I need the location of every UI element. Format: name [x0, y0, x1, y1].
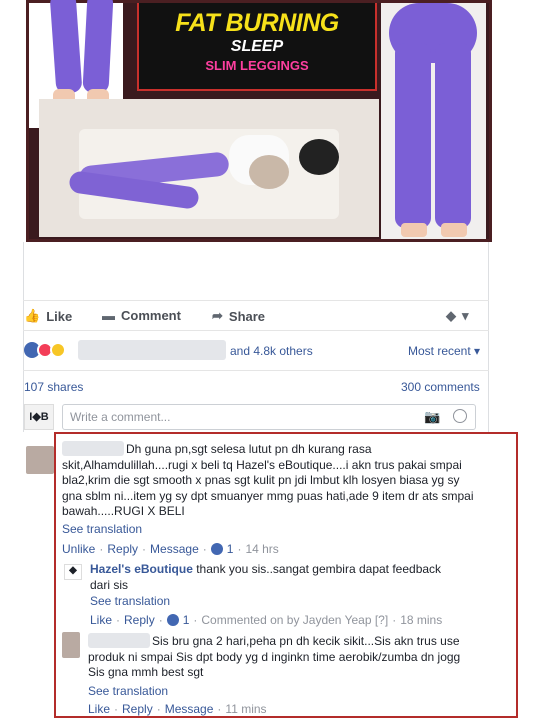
comments-count[interactable]: 300 comments: [401, 380, 480, 394]
reply-author[interactable]: Hazel's eBoutique: [90, 562, 193, 576]
audience-icon: ◆: [446, 308, 456, 323]
reply-link[interactable]: Reply: [107, 542, 138, 556]
chevron-down-icon: ▾: [474, 344, 481, 358]
comment-actions: Like · Reply · Message · 11 mins: [88, 702, 267, 716]
promo-banner: FAT BURNING SLEEP SLIM LEGGINGS: [137, 3, 377, 91]
see-translation-link[interactable]: See translation: [88, 684, 168, 698]
shares-count[interactable]: 107 shares: [24, 380, 83, 394]
wow-reaction-icon: [50, 342, 66, 358]
comment-text: Sis bru gna 2 hari,peha pn dh kecik siki…: [88, 634, 461, 680]
like-count-icon: [166, 614, 179, 626]
reply-comment: Hazel's eBoutique thank you sis..sangat …: [90, 562, 450, 593]
chevron-down-icon: ▾: [462, 308, 469, 323]
comment-actions: Unlike · Reply · Message · 1 · 14 hrs: [62, 542, 279, 556]
comment-placeholder: Write a comment...: [70, 410, 171, 424]
avatar: I◆B: [24, 404, 54, 430]
message-link[interactable]: Message: [165, 702, 214, 716]
thumbs-up-icon: 👍: [24, 308, 41, 323]
comment-label: Comment: [121, 308, 181, 323]
like-label: Like: [46, 308, 73, 324]
reply-link[interactable]: Reply: [124, 613, 155, 627]
like-count[interactable]: 1: [183, 613, 190, 627]
banner-tagline: SLIM LEGGINGS: [205, 58, 309, 73]
unlike-link[interactable]: Unlike: [62, 542, 95, 556]
avatar: [26, 446, 54, 474]
see-translation-link[interactable]: See translation: [90, 594, 170, 608]
comment-time: 14 hrs: [245, 542, 279, 556]
banner-title: FAT BURNING: [175, 9, 339, 37]
commented-on-note: Commented on by Jayden Yeap [?]: [201, 613, 389, 627]
avatar: ◆: [64, 564, 82, 580]
reactors-link[interactable]: and 4.8k others: [230, 344, 313, 358]
like-link[interactable]: Like: [90, 613, 112, 627]
comment-button[interactable]: ▬ Comment: [102, 308, 181, 323]
like-count[interactable]: 1: [227, 542, 234, 556]
share-button[interactable]: ➦ Share: [212, 308, 265, 324]
banner-subtitle: SLEEP: [230, 38, 284, 55]
sort-label: Most recent: [408, 344, 471, 358]
blurred-names: [78, 340, 226, 360]
share-arrow-icon: ➦: [212, 308, 223, 323]
share-label: Share: [228, 308, 266, 324]
reply-link[interactable]: Reply: [122, 702, 153, 716]
emoji-icon[interactable]: [453, 409, 467, 423]
sort-dropdown[interactable]: Most recent ▾: [408, 344, 480, 358]
comment-time: 18 mins: [400, 613, 443, 627]
see-translation-link[interactable]: See translation: [62, 522, 142, 536]
audience-dropdown[interactable]: ◆ ▾: [446, 308, 469, 324]
bed-photo: [39, 99, 379, 237]
post-photo[interactable]: FAT BURNING SLEEP SLIM LEGGINGS: [26, 0, 492, 242]
comment-icon: ▬: [102, 308, 115, 323]
leggings-photo-right: [381, 3, 486, 239]
comment-time: 11 mins: [225, 702, 267, 716]
comment-actions: Like · Reply · 1 · Commented on by Jayden Y…: [90, 613, 443, 627]
like-link[interactable]: Like: [88, 702, 110, 716]
comment-text: Dh guna pn,sgt selesa lutut pn dh kurang…: [62, 442, 474, 519]
comment-input[interactable]: Write a comment...: [62, 404, 476, 430]
like-count-icon: [210, 543, 223, 555]
reaction-icons[interactable]: [24, 342, 66, 358]
avatar: [62, 632, 80, 658]
message-link[interactable]: Message: [150, 542, 199, 556]
camera-icon[interactable]: 📷: [424, 409, 440, 425]
like-button[interactable]: 👍 Like: [24, 308, 72, 324]
